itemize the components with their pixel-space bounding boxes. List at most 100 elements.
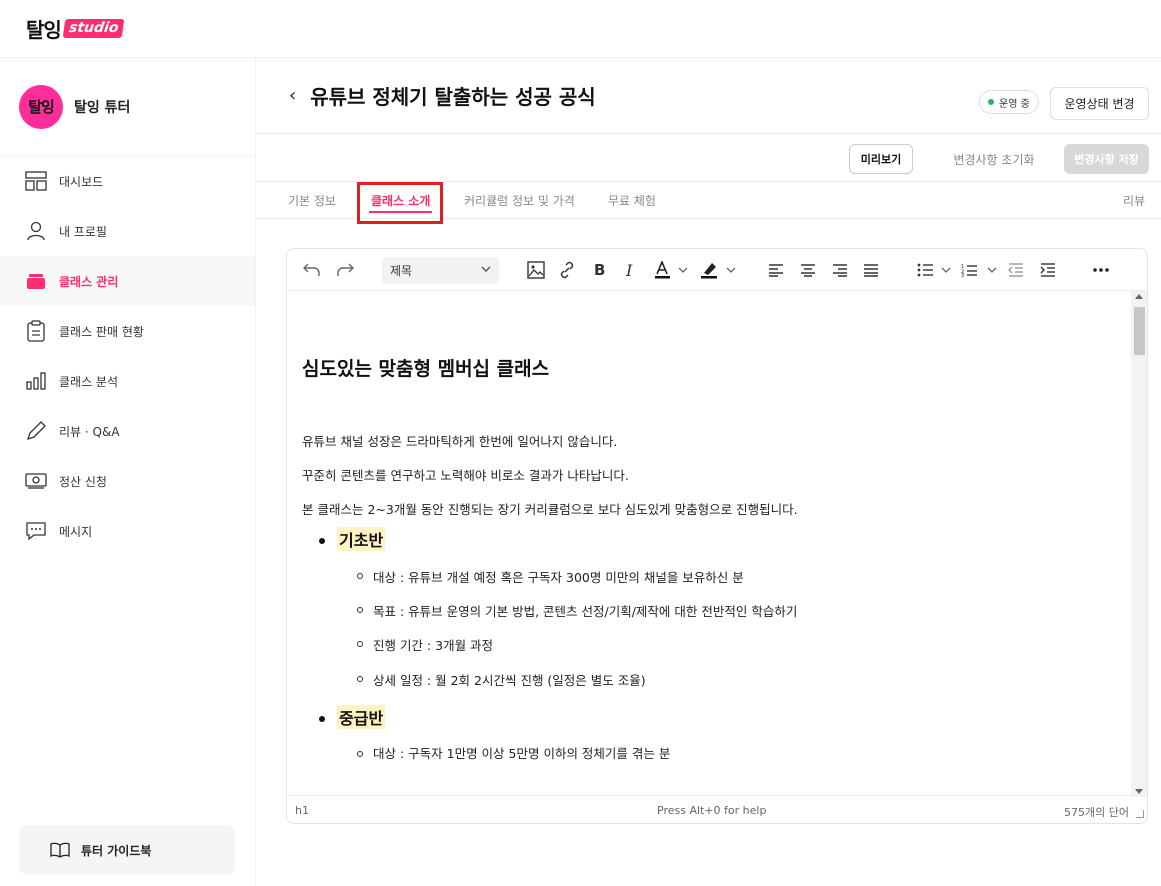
sidebar-item-label: 클래스 관리 bbox=[59, 274, 119, 289]
sidebar-item-sales[interactable]: 클래스 판매 현황 bbox=[0, 306, 255, 356]
money-icon bbox=[25, 470, 47, 492]
content-paragraph: 유튜브 채널 성장은 드라마틱하게 한번에 일어나지 않습니다. bbox=[302, 434, 618, 449]
circle-bullet-icon bbox=[357, 641, 363, 647]
circle-bullet-icon bbox=[357, 573, 363, 579]
image-icon[interactable] bbox=[527, 259, 545, 281]
block-format-select[interactable]: 제목 bbox=[382, 257, 499, 284]
tab-basic-info[interactable]: 기본 정보 bbox=[288, 182, 336, 219]
tab-reviews[interactable]: 리뷰 bbox=[1123, 182, 1145, 219]
format-select-value: 제목 bbox=[390, 264, 413, 278]
italic-icon[interactable]: I bbox=[626, 259, 632, 281]
tab-curriculum-price[interactable]: 커리큘럼 정보 및 가격 bbox=[464, 182, 575, 219]
sidebar-nav: 대시보드 내 프로필 클래스 관리 클래스 판매 현황 클래스 분석 리뷰 · … bbox=[0, 156, 255, 556]
content-paragraph: 본 클래스는 2~3개월 동안 진행되는 장기 커리큘럼으로 보다 심도있게 맞… bbox=[302, 502, 798, 517]
sidebar-item-label: 메시지 bbox=[59, 524, 93, 539]
editor-toolbar: 제목 B I 1 2 3 bbox=[287, 249, 1147, 291]
bold-icon[interactable]: B bbox=[594, 259, 605, 281]
save-changes-button[interactable]: 변경사항 저장 bbox=[1064, 144, 1149, 174]
logo-studio-badge: studio bbox=[62, 19, 125, 38]
tab-free-trial[interactable]: 무료 체험 bbox=[608, 182, 656, 219]
list-item: 대상 : 유튜브 개설 예정 혹은 구독자 300명 미만의 채널을 보유하신 … bbox=[373, 570, 744, 585]
list-item: 진행 기간 : 3개월 과정 bbox=[373, 638, 494, 653]
section-title: 중급반 bbox=[337, 705, 386, 729]
align-right-icon[interactable] bbox=[832, 259, 848, 281]
scroll-thumb[interactable] bbox=[1134, 307, 1145, 355]
status-text: 운영 중 bbox=[999, 98, 1030, 110]
top-bar: 탈잉 studio bbox=[0, 0, 1161, 58]
sidebar-item-label: 정산 신청 bbox=[59, 474, 107, 489]
user-icon bbox=[25, 220, 47, 242]
bullet-icon bbox=[319, 716, 325, 722]
list-item: 상세 일정 : 월 2회 2시간씩 진행 (일정은 별도 조율) bbox=[373, 673, 646, 688]
scroll-down-icon[interactable] bbox=[1135, 789, 1143, 794]
sidebar-item-dashboard[interactable]: 대시보드 bbox=[0, 156, 255, 206]
sidebar-item-class-management[interactable]: 클래스 관리 bbox=[0, 256, 255, 306]
highlight-color-icon[interactable] bbox=[700, 259, 738, 281]
sidebar-item-label: 대시보드 bbox=[59, 174, 104, 189]
content-paragraph: 꾸준히 콘텐츠를 연구하고 노력해야 비로소 결과가 나타납니다. bbox=[302, 468, 629, 483]
numbered-list-icon[interactable]: 123 bbox=[961, 259, 999, 281]
sidebar-item-label: 클래스 분석 bbox=[59, 374, 119, 389]
align-center-icon[interactable] bbox=[800, 259, 816, 281]
chevron-down-icon bbox=[480, 263, 492, 278]
folder-icon bbox=[25, 270, 47, 292]
sidebar-item-analytics[interactable]: 클래스 분석 bbox=[0, 356, 255, 406]
sidebar-item-reviews[interactable]: 리뷰 · Q&A bbox=[0, 406, 255, 456]
editor-statusbar: h1 Press Alt+0 for help 575개의 단어 bbox=[287, 795, 1147, 823]
editor-content[interactable]: 심도있는 맞춤형 멤버십 클래스 유튜브 채널 성장은 드라마틱하게 한번에 일… bbox=[287, 291, 1133, 797]
align-justify-icon[interactable] bbox=[863, 259, 879, 281]
preview-button[interactable]: 미리보기 bbox=[849, 144, 913, 174]
sidebar-item-label: 리뷰 · Q&A bbox=[59, 424, 120, 439]
content-heading: 심도있는 맞춤형 멤버십 클래스 bbox=[302, 358, 550, 380]
align-left-icon[interactable] bbox=[768, 259, 784, 281]
bullet-icon bbox=[319, 538, 325, 544]
tab-highlight-box bbox=[357, 182, 443, 224]
redo-icon[interactable] bbox=[336, 259, 354, 281]
clipboard-icon bbox=[25, 320, 47, 342]
sidebar-item-label: 클래스 판매 현황 bbox=[59, 324, 144, 339]
svg-text:3: 3 bbox=[961, 273, 964, 277]
bar-chart-icon bbox=[25, 370, 47, 392]
reset-changes-button[interactable]: 변경사항 초기화 bbox=[948, 144, 1040, 174]
sidebar-item-messages[interactable]: 메시지 bbox=[0, 506, 255, 556]
tutor-profile[interactable]: 탈잉 탈잉 튜터 bbox=[0, 58, 255, 156]
sidebar-item-profile[interactable]: 내 프로필 bbox=[0, 206, 255, 256]
text-color-icon[interactable] bbox=[654, 259, 690, 281]
list-item: 목표 : 유튜브 운영의 기본 방법, 콘텐츠 선정/기획/제작에 대한 전반적… bbox=[373, 604, 798, 619]
sidebar-item-label: 내 프로필 bbox=[59, 224, 107, 239]
word-count[interactable]: 575개의 단어 bbox=[1064, 804, 1129, 820]
change-status-button[interactable]: 운영상태 변경 bbox=[1050, 87, 1149, 120]
chat-icon bbox=[25, 520, 47, 542]
help-hint: Press Alt+0 for help bbox=[657, 804, 767, 817]
tab-bar: 기본 정보 클래스 소개 커리큘럼 정보 및 가격 무료 체험 리뷰 bbox=[256, 182, 1161, 224]
undo-icon[interactable] bbox=[303, 259, 321, 281]
circle-bullet-icon bbox=[357, 751, 363, 757]
link-icon[interactable] bbox=[558, 259, 576, 281]
rich-text-editor: 제목 B I 1 2 3 심도있는 맞춤형 멤버십 클래스 유튜브 채널 성장은… bbox=[286, 248, 1148, 824]
status-dot-icon bbox=[988, 99, 994, 105]
main-content: ‹ 유튜브 정체기 탈출하는 성공 공식 운영 중 운영상태 변경 미리보기 변… bbox=[256, 58, 1161, 886]
guide-label: 튜터 가이드북 bbox=[81, 843, 152, 858]
profile-name: 탈잉 튜터 bbox=[74, 99, 131, 116]
indent-icon[interactable] bbox=[1040, 259, 1056, 281]
section-title: 기초반 bbox=[337, 527, 386, 551]
more-options-icon[interactable] bbox=[1092, 259, 1110, 281]
sidebar-item-settlement[interactable]: 정산 신청 bbox=[0, 456, 255, 506]
bullet-list-icon[interactable] bbox=[917, 259, 953, 281]
action-bar: 미리보기 변경사항 초기화 변경사항 저장 bbox=[256, 134, 1161, 182]
resize-handle-icon[interactable] bbox=[1136, 810, 1144, 818]
scroll-up-icon[interactable] bbox=[1135, 294, 1143, 299]
book-icon bbox=[49, 839, 71, 861]
outdent-icon[interactable] bbox=[1008, 259, 1024, 281]
back-icon[interactable]: ‹ bbox=[289, 85, 296, 106]
logo[interactable]: 탈잉 bbox=[26, 14, 62, 43]
dashboard-icon bbox=[25, 170, 47, 192]
avatar: 탈잉 bbox=[19, 84, 63, 129]
list-item: 대상 : 구독자 1만명 이상 5만명 이하의 정체기를 겪는 분 bbox=[373, 746, 671, 761]
page-title: 유튜브 정체기 탈출하는 성공 공식 bbox=[310, 85, 596, 109]
editor-scrollbar[interactable] bbox=[1131, 291, 1147, 797]
page-header: ‹ 유튜브 정체기 탈출하는 성공 공식 운영 중 운영상태 변경 bbox=[256, 58, 1161, 134]
element-path[interactable]: h1 bbox=[295, 804, 309, 817]
tutor-guidebook-button[interactable]: 튜터 가이드북 bbox=[19, 825, 235, 875]
pencil-icon bbox=[25, 420, 47, 442]
